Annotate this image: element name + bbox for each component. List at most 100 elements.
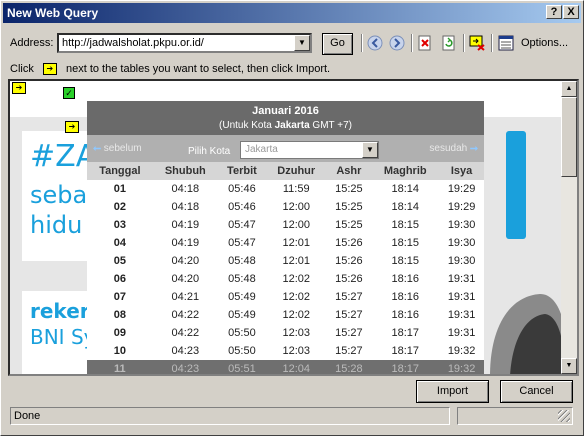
table-cell: 12:00 [282, 201, 310, 213]
table-cell: 19:29 [447, 183, 476, 195]
cancel-button[interactable]: Cancel [500, 380, 573, 403]
table-cell: 18:17 [391, 345, 419, 357]
table-cell: 04:22 [171, 309, 200, 321]
city-select[interactable]: Jakarta ▼ [240, 141, 379, 159]
back-icon[interactable] [367, 35, 383, 51]
table-body: 01 04:18 05:46 11:59 15:25 18:14 19:29 02 04:18 0… [87, 180, 484, 374]
table-cell: 12:03 [282, 327, 310, 339]
options-button[interactable]: Options... [521, 37, 568, 49]
column-header: Shubuh [152, 162, 218, 180]
resize-grip-icon[interactable] [558, 410, 570, 422]
toolbar-separator [491, 34, 493, 52]
web-preview-pane[interactable]: #ZA seba hidu reker BNI Sy ➔ ✓ ➔ Januari… [8, 79, 579, 376]
table-cell: 05 [113, 255, 126, 267]
table-cell: 04:22 [171, 327, 200, 339]
table-row: 09 04:22 05:50 12:03 15:27 18:17 19:31 [87, 324, 484, 342]
refresh-icon[interactable] [441, 35, 457, 51]
table-cell: 19:30 [447, 219, 476, 231]
close-button[interactable]: X [563, 5, 579, 19]
table-cell: 15:26 [335, 237, 363, 249]
new-web-query-dialog: New Web Query ? X Address: http://jadwal… [0, 0, 584, 436]
table-cell: 18:17 [371, 360, 440, 374]
table-row: 11 04:23 05:51 12:04 15:28 18:17 19:32 [87, 360, 484, 374]
table-cell: 12:03 [282, 345, 310, 357]
table-cell: 04:18 [171, 183, 200, 195]
scroll-down-icon[interactable]: ▼ [561, 358, 577, 374]
table-cell: 15:27 [335, 327, 363, 339]
city-select-value: Jakarta [245, 144, 278, 155]
table-cell: 15:25 [335, 183, 363, 195]
table-cell: 19:30 [447, 237, 476, 249]
table-cell: 15:26 [335, 255, 363, 267]
table-cell: 18:15 [391, 237, 419, 249]
table-cell: 11:59 [282, 183, 310, 195]
table-cell: 05:46 [228, 183, 256, 195]
table-cell: 12:01 [282, 237, 310, 249]
chevron-down-icon[interactable]: ▼ [362, 142, 378, 158]
arrow-left-icon: ⭠ [93, 143, 101, 154]
table-cell: 05:48 [228, 255, 256, 267]
table-cell: 12:04 [266, 360, 327, 374]
table-cell: 04:20 [171, 255, 200, 267]
table-cell: 04 [113, 237, 126, 249]
table-cell: 06 [113, 273, 126, 285]
import-button[interactable]: Import [416, 380, 489, 403]
select-table-marker-icon[interactable]: ➔ [65, 121, 79, 133]
column-header: Ashr [326, 162, 372, 180]
column-header: Maghrib [371, 162, 440, 180]
table-row: 03 04:19 05:47 12:00 15:25 18:15 19:30 [87, 216, 484, 234]
table-cell: 02 [113, 201, 126, 213]
instruction-text: Click ➔ next to the tables you want to s… [10, 63, 331, 76]
select-table-marker-icon[interactable]: ➔ [12, 82, 26, 94]
table-cell: 19:31 [447, 309, 476, 321]
options-icon[interactable] [498, 35, 514, 51]
previous-month-link[interactable]: ⭠ sebelum [93, 143, 142, 154]
table-cell: 19:29 [447, 201, 476, 213]
table-cell: 12:00 [282, 219, 310, 231]
table-cell: 18:16 [391, 291, 419, 303]
address-value: http://jadwalsholat.pkpu.or.id/ [62, 37, 204, 49]
table-row: 02 04:18 05:46 12:00 15:25 18:14 19:29 [87, 198, 484, 216]
toolbar-separator [411, 34, 413, 52]
next-month-link[interactable]: sesudah ⭢ [429, 143, 478, 154]
table-row: 10 04:23 05:50 12:03 15:27 18:17 19:32 [87, 342, 484, 360]
table-cell: 07 [113, 291, 126, 303]
table-cell: 18:14 [391, 201, 419, 213]
forward-icon[interactable] [389, 35, 405, 51]
scroll-up-icon[interactable]: ▲ [561, 81, 577, 97]
table-cell: 19:31 [447, 273, 476, 285]
go-button[interactable]: Go [322, 33, 353, 55]
title-bar: New Web Query ? X [3, 3, 581, 23]
vertical-scrollbar[interactable]: ▲ ▼ [561, 81, 577, 374]
status-bar: Done [10, 407, 450, 425]
table-cell: 19:30 [447, 255, 476, 267]
hide-icons-icon[interactable] [469, 35, 485, 51]
table-cell: 04:23 [152, 360, 218, 374]
column-header: Terbit [217, 162, 266, 180]
table-row: 07 04:21 05:49 12:02 15:27 18:16 19:31 [87, 288, 484, 306]
address-label: Address: [10, 37, 54, 49]
scroll-thumb[interactable] [561, 97, 577, 177]
window-title: New Web Query [7, 6, 99, 20]
table-cell: 15:25 [335, 219, 363, 231]
table-cell: 18:14 [391, 183, 419, 195]
address-dropdown-icon[interactable]: ▼ [294, 35, 310, 51]
table-row: 08 04:22 05:49 12:02 15:27 18:16 19:31 [87, 306, 484, 324]
table-cell: 04:20 [171, 273, 200, 285]
column-header: Dzuhur [266, 162, 327, 180]
table-cell: 05:50 [228, 345, 256, 357]
prayer-times-table: Tanggal Shubuh Terbit Dzuhur Ashr Maghrib Isya… [87, 162, 484, 374]
status-panel [457, 407, 573, 425]
table-cell: 05:50 [228, 327, 256, 339]
table-cell: 15:27 [335, 345, 363, 357]
selected-table-check-icon[interactable]: ✓ [63, 87, 75, 99]
table-cell: 08 [113, 309, 126, 321]
toolbar-separator [463, 34, 465, 52]
help-button[interactable]: ? [546, 5, 562, 19]
arrow-right-icon: ⭢ [470, 143, 478, 154]
address-input[interactable]: http://jadwalsholat.pkpu.or.id/ ▼ [57, 33, 312, 53]
stop-icon[interactable] [417, 35, 433, 51]
side-banner [506, 131, 526, 239]
table-cell: 09 [113, 327, 126, 339]
table-cell: 04:21 [171, 291, 200, 303]
